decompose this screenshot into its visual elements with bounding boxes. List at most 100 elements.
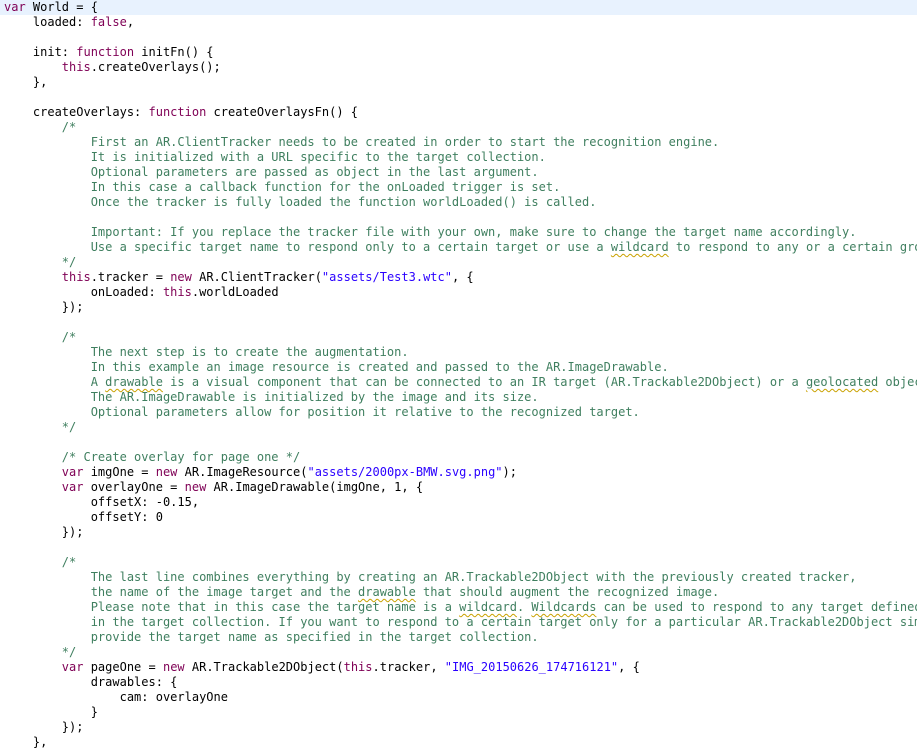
code-token: , { (618, 660, 640, 674)
code-line[interactable]: }, (0, 75, 917, 90)
code-token: cam: overlayOne (4, 690, 228, 704)
code-token: }, (4, 75, 48, 89)
string-token: "assets/2000px-BMW.svg.png" (307, 465, 503, 479)
code-token: createOverlaysFn() { (206, 105, 359, 119)
code-line[interactable]: Important: If you replace the tracker fi… (0, 225, 917, 240)
code-line[interactable]: /* (0, 555, 917, 570)
code-line[interactable] (0, 90, 917, 105)
comment-token: /* (4, 330, 77, 344)
code-line[interactable]: In this example an image resource is cre… (0, 360, 917, 375)
code-lines: var World = { loaded: false, init: funct… (0, 0, 917, 750)
code-line[interactable]: var imgOne = new AR.ImageResource("asset… (0, 465, 917, 480)
code-token: offsetX: -0.15, (4, 495, 200, 509)
code-line[interactable]: var pageOne = new AR.Trackable2DObject(t… (0, 660, 917, 675)
code-line[interactable]: onLoaded: this.worldLoaded (0, 285, 917, 300)
code-line[interactable]: A drawable is a visual component that ca… (0, 375, 917, 390)
code-line[interactable]: cam: overlayOne (0, 690, 917, 705)
code-line[interactable]: this.createOverlays(); (0, 60, 917, 75)
code-line[interactable] (0, 315, 917, 330)
code-line[interactable]: offsetY: 0 (0, 510, 917, 525)
code-line[interactable]: */ (0, 420, 917, 435)
code-token: World = { (25, 0, 98, 14)
misspelled-word: drawable (105, 375, 163, 389)
code-line[interactable]: }); (0, 720, 917, 735)
code-token: createOverlays: (4, 105, 149, 119)
comment-token: */ (4, 255, 77, 269)
code-line[interactable]: the name of the image target and the dra… (0, 585, 917, 600)
code-token: AR.ClientTracker( (191, 270, 322, 284)
keyword-token: new (155, 465, 178, 479)
comment-token: Important: If you replace the tracker fi… (4, 225, 857, 239)
code-line[interactable]: this.tracker = new AR.ClientTracker("ass… (0, 270, 917, 285)
code-line[interactable]: The AR.ImageDrawable is initialized by t… (0, 390, 917, 405)
comment-token: provide the target name as specified in … (4, 630, 539, 644)
code-line[interactable]: init: function initFn() { (0, 45, 917, 60)
code-line[interactable]: First an AR.ClientTracker needs to be cr… (0, 135, 917, 150)
code-token: }, (4, 735, 48, 749)
code-token: .tracker = (90, 270, 171, 284)
code-line[interactable]: }); (0, 525, 917, 540)
comment-token: Use a specific target name to respond on… (4, 240, 611, 254)
code-line[interactable]: */ (0, 255, 917, 270)
code-line[interactable]: createOverlays: function createOverlaysF… (0, 105, 917, 120)
keyword-token: this (61, 270, 91, 284)
code-editor[interactable]: var World = { loaded: false, init: funct… (0, 0, 917, 750)
keyword-token: new (184, 480, 207, 494)
code-token: offsetY: 0 (4, 510, 163, 524)
code-line[interactable]: } (0, 705, 917, 720)
code-line[interactable]: /* (0, 330, 917, 345)
keyword-token: var (61, 660, 84, 674)
comment-token: The AR.ImageDrawable is initialized by t… (4, 390, 539, 404)
code-line[interactable] (0, 30, 917, 45)
code-line[interactable]: The next step is to create the augmentat… (0, 345, 917, 360)
keyword-token: var (61, 465, 84, 479)
keyword-token: var (61, 480, 84, 494)
code-line[interactable]: var overlayOne = new AR.ImageDrawable(im… (0, 480, 917, 495)
code-line[interactable]: Optional parameters are passed as object… (0, 165, 917, 180)
code-line[interactable]: provide the target name as specified in … (0, 630, 917, 645)
code-line[interactable] (0, 540, 917, 555)
code-line[interactable]: In this case a callback function for the… (0, 180, 917, 195)
comment-token: /* (4, 555, 77, 569)
code-line[interactable]: Please note that in this case the target… (0, 600, 917, 615)
code-line[interactable]: /* (0, 120, 917, 135)
code-line[interactable]: Optional parameters allow for position i… (0, 405, 917, 420)
code-line[interactable]: }); (0, 300, 917, 315)
keyword-token: this (343, 660, 373, 674)
code-line[interactable]: /* Create overlay for page one */ (0, 450, 917, 465)
code-line[interactable]: offsetX: -0.15, (0, 495, 917, 510)
code-line[interactable]: Once the tracker is fully loaded the fun… (0, 195, 917, 210)
code-line[interactable]: Use a specific target name to respond on… (0, 240, 917, 255)
code-token: .createOverlays(); (90, 60, 221, 74)
code-line[interactable]: loaded: false, (0, 15, 917, 30)
code-token: overlayOne = (83, 480, 185, 494)
code-line[interactable] (0, 435, 917, 450)
comment-token: Optional parameters are passed as object… (4, 165, 539, 179)
keyword-token: this (162, 285, 192, 299)
comment-token: In this case a callback function for the… (4, 180, 561, 194)
code-token: AR.ImageResource( (177, 465, 308, 479)
code-token: , { (451, 270, 474, 284)
code-token: pageOne = (83, 660, 163, 674)
comment-token: /* Create overlay for page one */ (4, 450, 301, 464)
code-line[interactable]: }, (0, 735, 917, 750)
keyword-token: var (4, 0, 26, 14)
code-token: loaded: (4, 15, 91, 29)
code-token: .worldLoaded (191, 285, 279, 299)
code-line[interactable]: drawables: { (0, 675, 917, 690)
code-line[interactable]: in the target collection. If you want to… (0, 615, 917, 630)
code-line[interactable]: */ (0, 645, 917, 660)
code-token: AR.Trackable2DObject( (184, 660, 344, 674)
code-line[interactable]: It is initialized with a URL specific to… (0, 150, 917, 165)
keyword-token: function (76, 45, 135, 59)
code-line[interactable] (0, 210, 917, 225)
code-line[interactable]: var World = { (0, 0, 917, 15)
code-line[interactable]: The last line combines everything by cre… (0, 570, 917, 585)
string-token: "assets/Test3.wtc" (321, 270, 452, 284)
comment-token: is a visual component that can be connec… (162, 375, 806, 389)
comment-token: */ (4, 645, 77, 659)
comment-token: Optional parameters allow for position i… (4, 405, 640, 419)
